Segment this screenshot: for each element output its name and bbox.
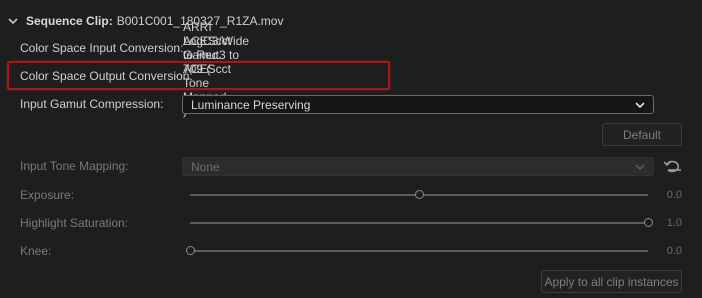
slider-thumb[interactable]	[186, 246, 195, 255]
section-title-prefix: Sequence Clip:	[26, 14, 113, 28]
slider-row: Knee:	[20, 242, 51, 260]
output-conversion-value: ACEScct to Rec. 709 ( Tone Mapped )	[183, 34, 232, 118]
slider-label: Highlight Saturation:	[20, 216, 129, 230]
slider-row: Highlight Saturation:	[20, 214, 128, 232]
reset-icon[interactable]	[663, 158, 683, 174]
gamut-compression-value: Luminance Preserving	[191, 97, 311, 112]
slider-value: 0.0	[666, 245, 682, 257]
gamut-compression-dropdown[interactable]: Luminance Preserving	[182, 95, 654, 114]
output-conversion-row: Color Space Output Conversion: ACEScct t…	[20, 34, 231, 118]
slider-value: 1.0	[666, 217, 682, 229]
input-conversion-label: Color Space Input Conversion:	[20, 41, 184, 55]
gamut-compression-row: Input Gamut Compression:	[20, 95, 163, 113]
output-conversion-label: Color Space Output Conversion:	[20, 69, 193, 83]
apply-to-all-button[interactable]: Apply to all clip instances	[541, 270, 682, 293]
slider-track[interactable]	[190, 250, 648, 252]
tone-mapping-dropdown[interactable]: None	[182, 157, 654, 176]
tone-mapping-value: None	[191, 159, 220, 174]
tone-mapping-row: Input Tone Mapping:	[20, 157, 129, 175]
chevron-down-icon	[635, 164, 645, 171]
chevron-down-icon[interactable]	[8, 16, 18, 26]
gamut-compression-label: Input Gamut Compression:	[20, 97, 164, 111]
default-button[interactable]: Default	[602, 123, 682, 146]
input-conversion-row: Color Space Input Conversion: ARRI LogC3…	[20, 20, 249, 76]
chevron-down-icon	[635, 102, 645, 109]
slider-thumb[interactable]	[415, 190, 424, 199]
slider-value: 0.0	[666, 189, 682, 201]
slider-label: Knee:	[20, 244, 52, 258]
tone-mapping-label: Input Tone Mapping:	[20, 159, 129, 173]
slider-row: Exposure:	[20, 186, 74, 204]
slider-track[interactable]	[190, 222, 648, 224]
slider-label: Exposure:	[20, 188, 75, 202]
